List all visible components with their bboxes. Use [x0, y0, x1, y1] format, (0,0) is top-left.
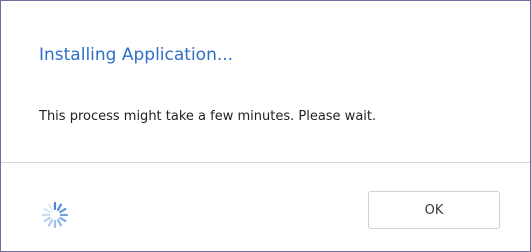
dialog-message: This process might take a few minutes. P…: [39, 109, 377, 124]
install-dialog: Installing Application... This process m…: [0, 0, 531, 252]
ok-button[interactable]: OK: [368, 191, 500, 229]
loading-spinner-icon: [39, 199, 71, 231]
dialog-title: Installing Application...: [39, 45, 234, 65]
dialog-footer: OK: [1, 163, 530, 251]
